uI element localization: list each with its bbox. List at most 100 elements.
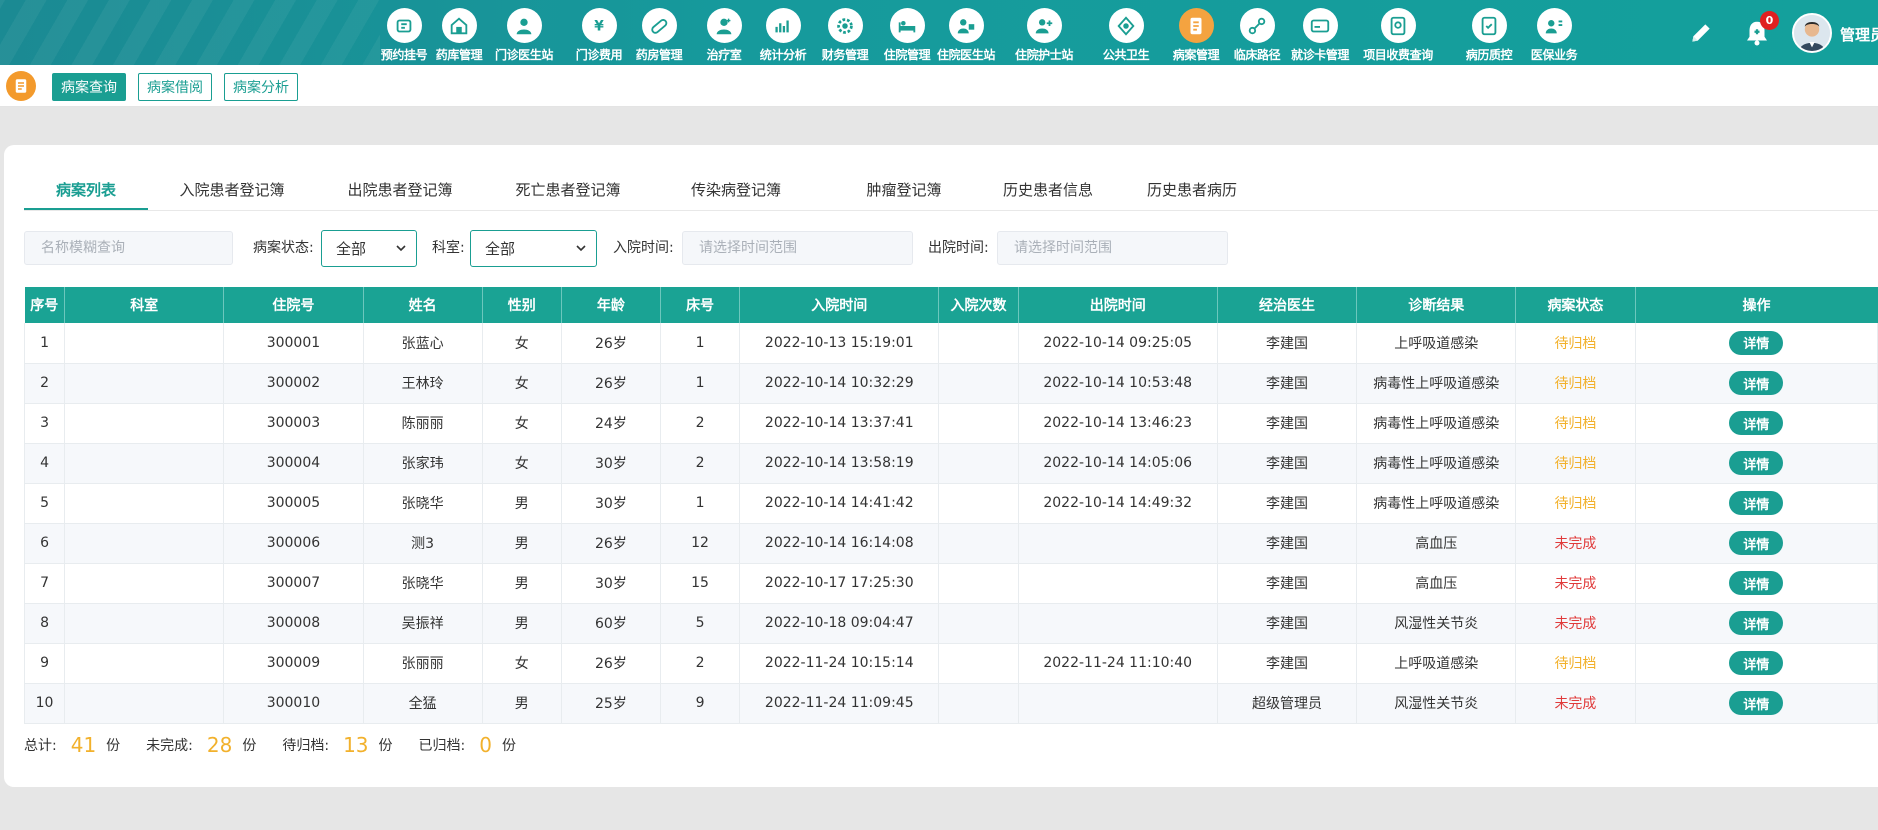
cell-bed: 1 — [660, 323, 741, 364]
cell-no: 6 — [23, 523, 66, 564]
nav-item-finance-gear[interactable]: 财务管理 — [814, 0, 876, 65]
nav-item-label: 临床路径 — [1233, 48, 1281, 62]
table-row[interactable]: 10 300010 全猛男 25岁 9 2022-11-24 11:09:45 超级管理员风… — [23, 683, 1878, 724]
cell-times — [938, 643, 1019, 684]
dept-select[interactable]: 全部 — [470, 230, 597, 267]
detail-button[interactable]: 详情 — [1729, 491, 1784, 515]
cell-actions: 详情 — [1635, 363, 1878, 404]
detail-button[interactable]: 详情 — [1729, 371, 1784, 395]
cell-times — [938, 323, 1019, 364]
cell-bed: 2 — [660, 403, 741, 444]
subtab-record-borrow[interactable]: 病案借阅 — [138, 73, 212, 101]
cell-diagnosis: 病毒性上呼吸道感染 — [1356, 443, 1517, 484]
detail-button[interactable]: 详情 — [1729, 330, 1784, 355]
nav-item-nurse-station[interactable]: 住院护士站 — [1005, 0, 1083, 65]
top-nav-bar: 预约挂号 药库管理 门诊医生站 ¥ 门诊费用 药房管理 治疗室 统计分析 财务管理 住院管理 住院医… — [0, 0, 1878, 65]
total-unit: 份 — [106, 738, 121, 754]
nav-item-insurance[interactable]: 医保业务 — [1523, 0, 1585, 65]
tab-history-patient-info[interactable]: 历史患者信息 — [988, 167, 1108, 211]
cell-status: 待归档 — [1515, 443, 1636, 484]
cell-name: 全猛 — [363, 683, 483, 724]
incomplete-unit: 份 — [242, 738, 257, 754]
user-avatar[interactable] — [1792, 13, 1832, 53]
nav-item-card[interactable]: 就诊卡管理 — [1281, 0, 1359, 65]
table-row[interactable]: 5 300005 张晓华男 30岁 1 2022-10-14 14:41:42 2022-1… — [23, 483, 1878, 524]
public-health-icon — [1108, 8, 1144, 43]
table-row[interactable]: 8 300008 吴振祥男 60岁 5 2022-10-18 09:04:47 李建国 风湿性… — [23, 603, 1878, 644]
cell-times — [938, 523, 1019, 564]
incomplete-label: 未完成: — [146, 738, 193, 754]
subtab-record-analysis[interactable]: 病案分析 — [224, 73, 298, 101]
cell-times — [938, 603, 1019, 644]
nav-item-medical-record[interactable]: 病案管理 — [1165, 0, 1227, 65]
nav-item-warehouse[interactable]: 药库管理 — [428, 0, 490, 65]
status-filter-label: 病案状态: — [253, 240, 314, 256]
detail-button[interactable]: 详情 — [1729, 531, 1784, 555]
medical-record-icon — [1178, 8, 1214, 43]
status-select[interactable]: 全部 — [321, 230, 417, 267]
column-header: 入院时间 — [739, 287, 940, 323]
tab-history-patient-records[interactable]: 历史患者病历 — [1108, 167, 1276, 211]
cell-hosp-no: 300006 — [223, 523, 364, 564]
tabs-divider — [24, 210, 1878, 211]
discharge-time-range-input[interactable] — [997, 231, 1228, 265]
nav-item-label: 项目收费查询 — [1363, 48, 1433, 62]
nav-item-clinical-path[interactable]: 临床路径 — [1226, 0, 1288, 65]
admit-time-range-input[interactable] — [682, 231, 913, 265]
cell-name: 王林玲 — [363, 363, 483, 404]
tab-tumor-register[interactable]: 肿瘤登记簿 — [820, 167, 988, 211]
nav-item-pill[interactable]: 药房管理 — [628, 0, 690, 65]
cell-actions: 详情 — [1635, 683, 1878, 724]
edit-pencil-icon[interactable] — [1688, 20, 1714, 46]
cell-dept — [64, 523, 225, 564]
detail-button[interactable]: 详情 — [1729, 411, 1784, 435]
nav-item-doctor[interactable]: 门诊医生站 — [485, 0, 563, 65]
column-header: 出院时间 — [1018, 287, 1218, 323]
tab-infectious-register[interactable]: 传染病登记簿 — [652, 167, 820, 211]
cell-diagnosis: 风湿性关节炎 — [1356, 683, 1517, 724]
nav-item-yuan[interactable]: ¥ 门诊费用 — [568, 0, 630, 65]
table-row[interactable]: 3 300003 陈丽丽女 24岁 2 2022-10-14 13:37:41 2022-1… — [23, 403, 1878, 444]
table-row[interactable]: 4 300004 张家玮女 30岁 2 2022-10-14 13:58:19 2022-1… — [23, 443, 1878, 484]
cell-age: 26岁 — [561, 523, 662, 564]
nav-item-fee-query[interactable]: 项目收费查询 — [1351, 0, 1445, 65]
cell-age: 25岁 — [561, 683, 662, 724]
tab-record-list[interactable]: 病案列表 — [24, 167, 148, 211]
username-label[interactable]: 管理员 — [1840, 24, 1878, 45]
nav-item-nurse[interactable]: 治疗室 — [701, 0, 747, 65]
detail-button[interactable]: 详情 — [1729, 451, 1784, 475]
cell-actions: 详情 — [1635, 443, 1878, 484]
nav-item-register[interactable]: 预约挂号 — [373, 0, 435, 65]
nav-item-quality-control[interactable]: 病历质控 — [1458, 0, 1520, 65]
finance-gear-icon — [827, 8, 863, 43]
subtab-record-query[interactable]: 病案查询 — [52, 73, 126, 101]
tab-discharge-register[interactable]: 出院患者登记簿 — [316, 167, 484, 211]
detail-button[interactable]: 详情 — [1729, 651, 1784, 675]
cell-name: 张家玮 — [363, 443, 483, 484]
name-search-input[interactable] — [24, 231, 233, 265]
tab-death-register[interactable]: 死亡患者登记簿 — [484, 167, 652, 211]
detail-button[interactable]: 详情 — [1729, 571, 1784, 595]
table-row[interactable]: 6 300006 测3 男 26岁 12 2022-10-14 16:14:08 李建国 高血压… — [23, 523, 1878, 564]
detail-button[interactable]: 详情 — [1729, 691, 1784, 715]
table-row[interactable]: 7 300007 张晓华男 30岁 15 2022-10-17 17:25:30 李建国 高血… — [23, 563, 1878, 604]
cell-times — [938, 363, 1019, 404]
table-row[interactable]: 2 300002 王林玲女 26岁 1 2022-10-14 10:32:29 2022-1… — [23, 363, 1878, 404]
table-row[interactable]: 9 300009 张丽丽女 26岁 2 2022-11-24 10:15:14 2022-1… — [23, 643, 1878, 684]
cell-dept — [64, 363, 225, 404]
nav-item-label: 住院护士站 — [1014, 48, 1073, 62]
cell-no: 1 — [23, 323, 66, 364]
detail-button[interactable]: 详情 — [1729, 611, 1784, 635]
cell-hosp-no: 300009 — [223, 643, 364, 684]
nav-item-chart[interactable]: 统计分析 — [752, 0, 814, 65]
total-label: 总计: — [24, 738, 57, 754]
nav-item-inpatient-doctor[interactable]: 住院医生站 — [927, 0, 1005, 65]
tab-admission-register[interactable]: 入院患者登记簿 — [148, 167, 316, 211]
nav-item-public-health[interactable]: 公共卫生 — [1095, 0, 1157, 65]
module-sub-toolbar: 病案查询 病案借阅 病案分析 — [0, 65, 1878, 107]
cell-admit: 2022-10-14 13:37:41 — [739, 403, 940, 444]
archived-unit: 份 — [501, 738, 516, 754]
pill-icon — [641, 8, 677, 43]
table-row[interactable]: 1 300001 张蓝心女 26岁 1 2022-10-13 15:19:01 2022-1… — [23, 323, 1878, 364]
nav-item-label: 病案管理 — [1172, 48, 1220, 62]
